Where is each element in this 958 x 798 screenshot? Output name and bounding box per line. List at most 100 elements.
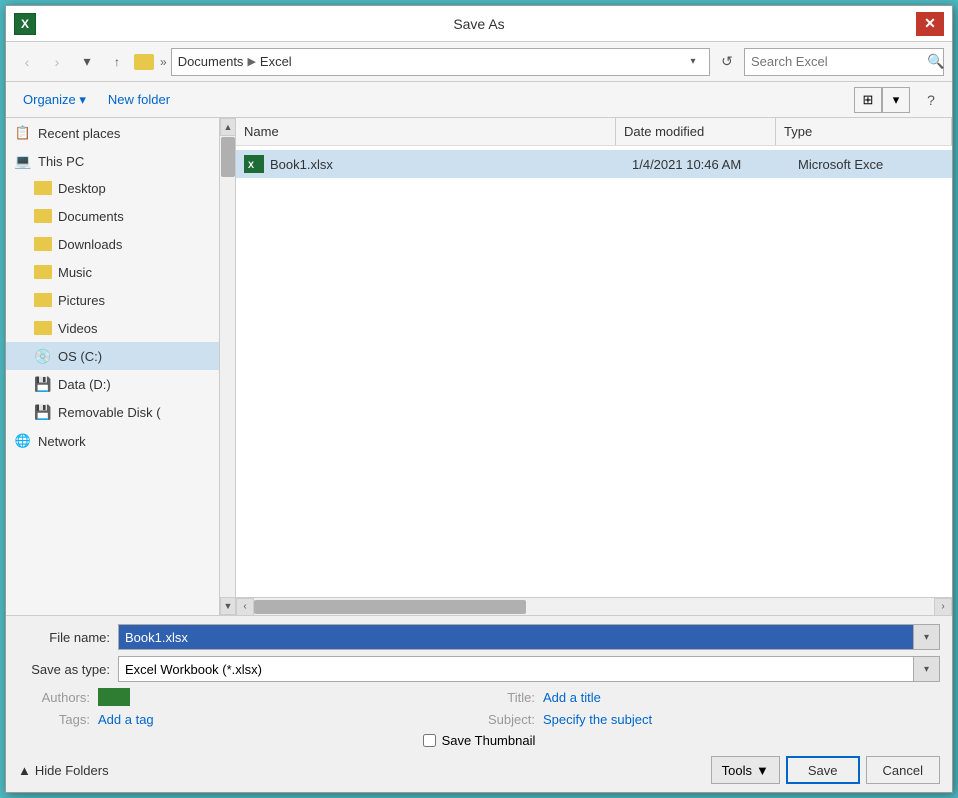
col-header-name[interactable]: Name (236, 118, 616, 145)
save-thumbnail-checkbox[interactable] (423, 734, 436, 747)
table-row[interactable]: X Book1.xlsx 1/4/2021 10:46 AM Microsoft… (236, 150, 952, 178)
search-input[interactable] (751, 54, 927, 69)
sidebar-scroll-down[interactable]: ▼ (220, 597, 236, 615)
search-box[interactable]: 🔍 (744, 48, 944, 76)
sidebar-label-music: Music (58, 265, 92, 280)
address-dropdown-button[interactable]: ▾ (683, 56, 703, 67)
up-button[interactable]: ↑ (104, 49, 130, 75)
new-folder-label: New folder (108, 92, 170, 107)
save-type-row: Save as type: ▾ (18, 656, 940, 682)
search-icon: 🔍 (927, 53, 944, 70)
folder-icon-videos (34, 321, 52, 335)
sidebar-item-desktop[interactable]: Desktop (6, 174, 235, 202)
authors-section: Authors: (18, 688, 475, 706)
sidebar-scroll-up[interactable]: ▲ (220, 118, 236, 136)
horizontal-scrollbar[interactable]: ‹ › (236, 597, 952, 615)
save-button[interactable]: Save (786, 756, 860, 784)
drive-icon-d: 💾 (34, 377, 52, 391)
file-excel-icon: X (244, 155, 264, 173)
sidebar-label-videos: Videos (58, 321, 98, 336)
file-name: Book1.xlsx (270, 157, 626, 172)
subject-value[interactable]: Specify the subject (543, 712, 652, 727)
sidebar-item-data-d[interactable]: 💾 Data (D:) (6, 370, 235, 398)
action-toolbar: Organize ▾ New folder ⊞ ▾ ? (6, 82, 952, 118)
breadcrumb: Documents ▶ Excel (178, 54, 679, 69)
sidebar-label-os-c: OS (C:) (58, 349, 102, 364)
save-thumbnail-label[interactable]: Save Thumbnail (442, 733, 536, 748)
file-date: 1/4/2021 10:46 AM (632, 157, 792, 172)
back-button[interactable]: ‹ (14, 49, 40, 75)
organize-button[interactable]: Organize ▾ (14, 88, 95, 112)
sidebar-item-downloads[interactable]: Downloads (6, 230, 235, 258)
sidebar-item-music[interactable]: Music (6, 258, 235, 286)
title-section: Title: Add a title (483, 690, 940, 705)
authors-color-box (98, 688, 130, 706)
title-bar-left: X (14, 13, 36, 35)
forward-button[interactable]: › (44, 49, 70, 75)
tools-button[interactable]: Tools ▼ (711, 756, 780, 784)
save-type-input-wrapper: ▾ (118, 656, 940, 682)
save-type-dropdown[interactable]: ▾ (914, 656, 940, 682)
view-icon: ⊞ (863, 92, 874, 108)
sidebar-label-downloads: Downloads (58, 237, 122, 252)
footer-buttons: Tools ▼ Save Cancel (711, 756, 940, 784)
view-dropdown-button[interactable]: ▾ (882, 87, 910, 113)
save-type-label: Save as type: (18, 662, 118, 677)
sidebar-label-data-d: Data (D:) (58, 377, 111, 392)
new-folder-button[interactable]: New folder (99, 88, 179, 111)
address-bar[interactable]: Documents ▶ Excel ▾ (171, 48, 710, 76)
scroll-right-button[interactable]: › (934, 598, 952, 616)
sidebar-item-pictures[interactable]: Pictures (6, 286, 235, 314)
sidebar-item-recent-places[interactable]: 📋 Recent places (6, 118, 235, 146)
file-name-label: File name: (18, 630, 118, 645)
title-label: Title: (483, 690, 543, 705)
sidebar-label-removable: Removable Disk ( (58, 405, 161, 420)
dropdown-arrow-button[interactable]: ▾ (74, 49, 100, 75)
save-type-input[interactable] (118, 656, 914, 682)
file-name-input[interactable] (118, 624, 914, 650)
sidebar-item-videos[interactable]: Videos (6, 314, 235, 342)
tags-section: Tags: Add a tag (18, 712, 475, 727)
drive-icon-removable: 💾 (34, 405, 52, 419)
refresh-button[interactable]: ↺ (714, 49, 740, 75)
sidebar-scrollbar[interactable]: ▲ ▼ (219, 118, 235, 615)
breadcrumb-arrow: ▶ (247, 55, 255, 68)
sidebar-item-this-pc[interactable]: 💻 This PC (6, 146, 235, 174)
sidebar-scroll-track (220, 136, 235, 597)
view-toggle: ⊞ ▾ (854, 87, 910, 113)
file-name-dropdown[interactable]: ▾ (914, 624, 940, 650)
svg-text:X: X (248, 160, 254, 170)
sidebar-item-documents[interactable]: Documents (6, 202, 235, 230)
title-value[interactable]: Add a title (543, 690, 601, 705)
hide-folders-button[interactable]: ▲ Hide Folders (18, 763, 109, 778)
help-icon: ? (927, 92, 935, 108)
footer-row: ▲ Hide Folders Tools ▼ Save Cancel (18, 756, 940, 784)
hide-folders-label: Hide Folders (35, 763, 109, 778)
sidebar-item-os-c[interactable]: 💿 OS (C:) (6, 342, 235, 370)
file-list-header: Name Date modified Type (236, 118, 952, 146)
cancel-button[interactable]: Cancel (866, 756, 940, 784)
sidebar-item-removable[interactable]: 💾 Removable Disk ( (6, 398, 235, 426)
col-header-type[interactable]: Type (776, 118, 952, 145)
scroll-track (254, 598, 934, 616)
title-bar: X Save As ✕ (6, 6, 952, 42)
help-button[interactable]: ? (918, 87, 944, 113)
sidebar-item-network[interactable]: 🌐 Network (6, 426, 235, 454)
main-content: 📋 Recent places 💻 This PC Desktop Docume… (6, 118, 952, 615)
dialog-title: Save As (453, 16, 504, 32)
sidebar-label-desktop: Desktop (58, 181, 106, 196)
tags-value[interactable]: Add a tag (98, 712, 154, 727)
address-toolbar: ‹ › ▾ ↑ » Documents ▶ Excel ▾ ↺ 🔍 (6, 42, 952, 82)
drive-icon-c: 💿 (34, 349, 52, 363)
recent-places-icon: 📋 (14, 126, 32, 140)
view-dropdown-icon: ▾ (893, 92, 900, 108)
view-list-button[interactable]: ⊞ (854, 87, 882, 113)
scroll-left-button[interactable]: ‹ (236, 598, 254, 616)
breadcrumb-separator: » (160, 55, 167, 69)
recent-places-label: Recent places (38, 126, 120, 141)
tags-label: Tags: (18, 712, 98, 727)
col-header-date[interactable]: Date modified (616, 118, 776, 145)
close-button[interactable]: ✕ (916, 12, 944, 36)
folder-icon-small (134, 54, 154, 70)
forward-icon: › (55, 54, 60, 70)
